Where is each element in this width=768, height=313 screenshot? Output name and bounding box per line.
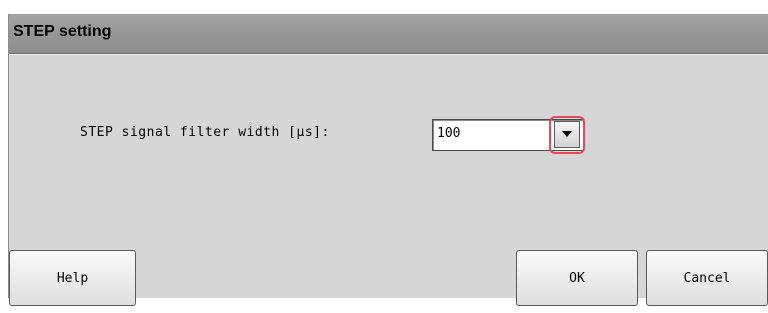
filter-width-value: 100 <box>437 126 461 141</box>
chevron-down-icon <box>562 131 572 137</box>
ok-button[interactable]: OK <box>516 250 638 306</box>
help-button[interactable]: Help <box>9 250 136 306</box>
cancel-button[interactable]: Cancel <box>646 250 768 306</box>
dropdown-button[interactable] <box>554 121 580 148</box>
dialog-title: STEP setting <box>13 23 112 40</box>
titlebar-divider <box>9 54 768 55</box>
filter-width-label: STEP signal filter width [μs]: <box>80 125 330 140</box>
dialog-titlebar: STEP setting <box>9 14 768 54</box>
